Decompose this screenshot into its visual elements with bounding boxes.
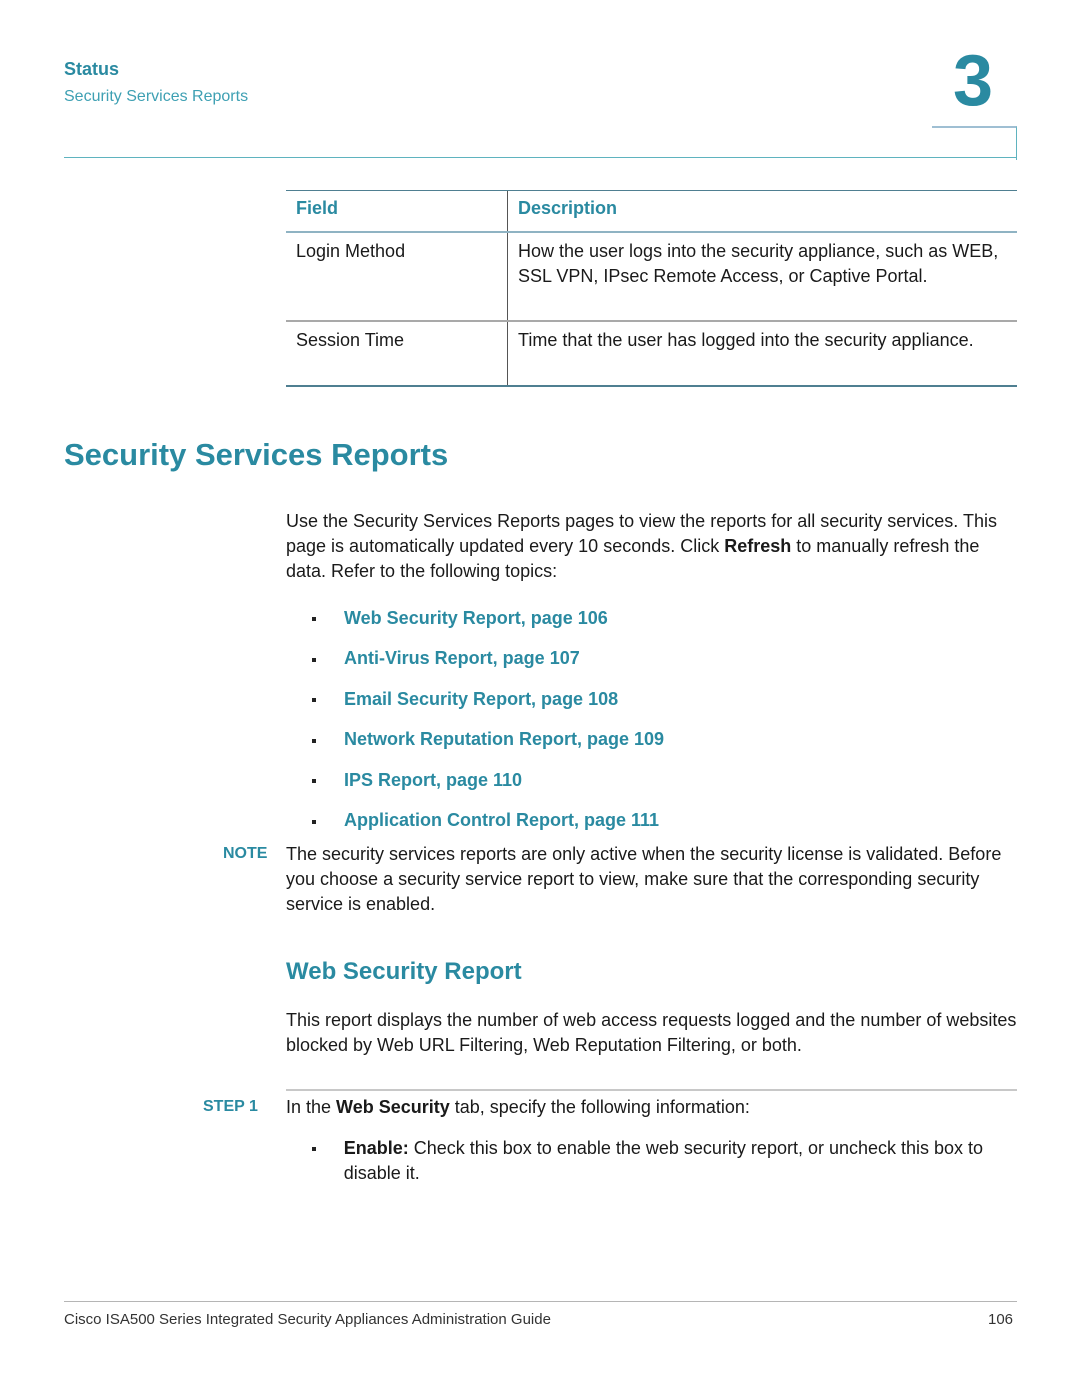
link-anti-virus-report[interactable]: Anti-Virus Report, page 107 (344, 648, 580, 669)
running-header-section: Status (64, 59, 120, 79)
intro-bold-refresh: Refresh (724, 536, 792, 556)
note-text: The security services reports are only a… (286, 844, 1002, 914)
list-item: Enable: Check this box to enable the web… (312, 1136, 1017, 1186)
bullet-icon (312, 779, 316, 784)
link-web-security-report[interactable]: Web Security Report, page 106 (344, 608, 608, 629)
bullet-icon (312, 657, 316, 662)
chapter-number: 3 (953, 41, 994, 121)
field-description-table: Field Description Login Method How the u… (286, 190, 1017, 387)
step-text: In the Web Security tab, specify the fol… (286, 1095, 750, 1120)
web-security-description: This report displays the number of web a… (286, 1010, 1017, 1055)
topic-links-list: Web Security Report, page 106 Anti-Virus… (312, 598, 664, 841)
link-network-reputation-report[interactable]: Network Reputation Report, page 109 (344, 729, 664, 750)
step-text-suffix: tab, specify the following information: (449, 1097, 750, 1117)
column-header-field: Field (286, 191, 508, 231)
step-label: STEP 1 (203, 1098, 258, 1115)
table-cell-description: Time that the user has logged into the s… (518, 330, 974, 350)
step-text-prefix: In the (286, 1097, 337, 1117)
column-header-description: Description (518, 198, 618, 218)
enable-option-label: Enable: (343, 1138, 409, 1158)
link-ips-report[interactable]: IPS Report, page 110 (344, 770, 522, 791)
bullet-icon (312, 698, 316, 703)
enable-option-text: Enable: Check this box to enable the web… (344, 1136, 1017, 1186)
table-cell-field: Login Method (286, 233, 508, 320)
table-cell-field: Session Time (286, 322, 508, 385)
link-email-security-report[interactable]: Email Security Report, page 108 (344, 689, 618, 710)
footer-guide-title: Cisco ISA500 Series Integrated Security … (64, 1311, 551, 1328)
step-text-bold: Web Security (336, 1097, 450, 1117)
list-item: Email Security Report, page 108 (312, 679, 664, 720)
table-row: Login Method How the user logs into the … (286, 233, 1017, 322)
bullet-icon (312, 617, 316, 622)
table-header-row: Field Description (286, 191, 1017, 233)
list-item: Web Security Report, page 106 (312, 598, 664, 639)
list-item: IPS Report, page 110 (312, 760, 664, 801)
table-cell-description: How the user logs into the security appl… (518, 241, 999, 286)
list-item: Application Control Report, page 111 (312, 801, 664, 842)
link-application-control-report[interactable]: Application Control Report, page 111 (344, 810, 659, 831)
header-divider (64, 157, 1017, 158)
running-header-subsection: Security Services Reports (64, 88, 249, 105)
intro-paragraph: Use the Security Services Reports pages … (286, 509, 1021, 584)
table-row: Session Time Time that the user has logg… (286, 322, 1017, 387)
list-item: Network Reputation Report, page 109 (312, 720, 664, 761)
bullet-icon (312, 1147, 316, 1151)
bullet-icon (312, 738, 316, 743)
note-label: NOTE (223, 845, 268, 862)
step-divider (286, 1089, 1017, 1091)
subsection-heading: Web Security Report (286, 958, 522, 985)
bullet-icon (312, 819, 316, 824)
chapter-tab-decoration (932, 126, 1017, 160)
page-number: 106 (988, 1311, 1014, 1328)
list-item: Anti-Virus Report, page 107 (312, 639, 664, 680)
footer-divider (64, 1301, 1017, 1302)
enable-option-description: Check this box to enable the web securit… (343, 1138, 984, 1183)
section-heading: Security Services Reports (64, 437, 449, 472)
